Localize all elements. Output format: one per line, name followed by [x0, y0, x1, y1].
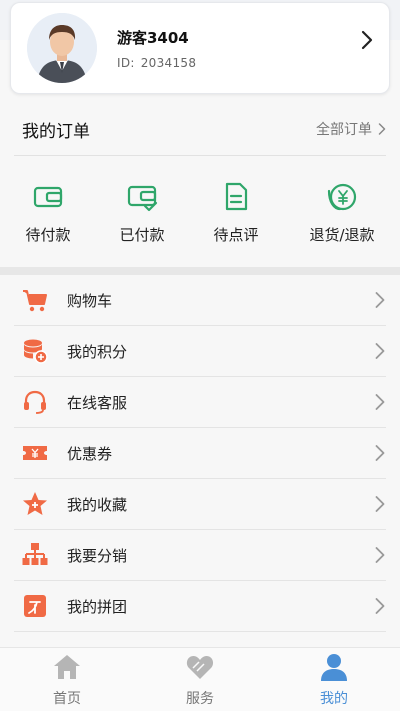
headset-icon: [24, 390, 46, 414]
tab-mine[interactable]: 我的: [294, 652, 374, 708]
profile-card[interactable]: 游客3404 ID: 2034158: [10, 2, 390, 94]
menu-label: 我的拼团: [67, 598, 128, 616]
profile-id-value: 2034158: [140, 56, 197, 70]
menu-label: 我的积分: [67, 343, 128, 361]
coupon-icon: [23, 446, 47, 460]
chevron-right-icon: [375, 496, 385, 512]
chevron-right-icon: [375, 343, 385, 359]
user-icon: [321, 654, 347, 681]
profile-name: 游客3404: [117, 29, 189, 47]
menu-item-cart[interactable]: 购物车: [14, 275, 386, 326]
chevron-right-icon: [375, 394, 385, 410]
heart-icon: [186, 656, 214, 679]
order-label: 待点评: [213, 226, 259, 244]
chevron-right-icon: [375, 445, 385, 461]
orders-title: 我的订单: [22, 122, 90, 142]
profile-id-label: ID:: [117, 56, 135, 70]
orders-section: 我的订单 全部订单 待付款 已付款 待点评 退货/退款: [0, 100, 400, 267]
avatar: [27, 13, 97, 83]
star-icon: [23, 492, 47, 515]
menu-item-group-buy[interactable]: 我的拼团: [14, 581, 386, 632]
refund-yen-icon: [327, 183, 357, 211]
order-label: 已付款: [119, 226, 165, 244]
order-paid[interactable]: 已付款: [97, 182, 187, 245]
menu-item-customer-service[interactable]: 在线客服: [14, 377, 386, 428]
menu-item-points[interactable]: 我的积分: [14, 326, 386, 377]
all-orders-label: 全部订单: [316, 122, 372, 138]
chevron-right-icon: [375, 292, 385, 308]
tab-label: 我的: [320, 691, 348, 707]
tab-service[interactable]: 服务: [160, 652, 240, 708]
order-refund[interactable]: 退货/退款: [297, 182, 387, 245]
profile-id: ID: 2034158: [117, 56, 196, 70]
menu-item-coupons[interactable]: 优惠券: [14, 428, 386, 479]
menu-list: 购物车 我的积分 在线客服 优惠券 我的收藏 我要分销 我的拼团: [0, 275, 400, 632]
divider: [14, 155, 386, 156]
tab-home[interactable]: 首页: [27, 652, 107, 708]
chevron-right-icon: [378, 123, 386, 135]
menu-item-favorites[interactable]: 我的收藏: [14, 479, 386, 530]
wallet-icon: [33, 186, 63, 208]
points-coins-icon: [24, 339, 48, 364]
order-label: 退货/退款: [309, 226, 375, 244]
chevron-right-icon: [375, 547, 385, 563]
home-icon: [54, 655, 80, 679]
menu-item-distribution[interactable]: 我要分销: [14, 530, 386, 581]
menu-label: 购物车: [67, 292, 113, 310]
chevron-right-icon[interactable]: [359, 29, 375, 51]
shopping-cart-icon: [23, 290, 47, 312]
order-pending-payment[interactable]: 待付款: [3, 182, 93, 245]
menu-label: 在线客服: [67, 394, 128, 412]
bottom-tab-bar: 首页 服务 我的: [0, 647, 400, 711]
chevron-right-icon: [375, 598, 385, 614]
order-label: 待付款: [25, 226, 71, 244]
document-icon: [225, 182, 248, 211]
menu-label: 优惠券: [67, 445, 113, 463]
tab-label: 首页: [53, 691, 81, 707]
tab-label: 服务: [186, 691, 214, 707]
menu-label: 我的收藏: [67, 496, 128, 514]
org-chart-icon: [22, 543, 48, 565]
wallet-check-icon: [127, 185, 158, 212]
menu-label: 我要分销: [67, 547, 128, 565]
group-buy-icon: [24, 595, 46, 617]
order-to-review[interactable]: 待点评: [191, 182, 281, 245]
section-gap: [0, 267, 400, 275]
all-orders-link[interactable]: 全部订单: [316, 119, 386, 139]
